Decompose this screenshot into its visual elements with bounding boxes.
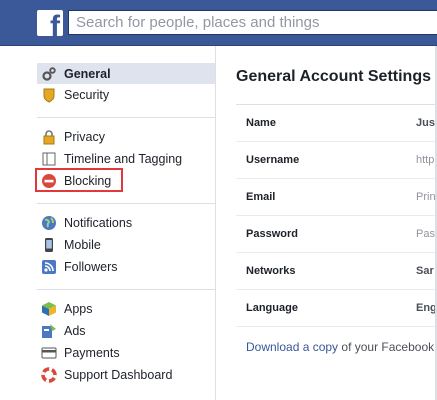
- gear-icon: [41, 66, 57, 82]
- sidebar-item-label: Ads: [64, 323, 86, 338]
- sidebar-item-label: Apps: [64, 301, 93, 316]
- download-copy-suffix: of your Facebook: [338, 340, 435, 354]
- mobile-phone-icon: [41, 237, 57, 253]
- row-value: Eng: [416, 302, 437, 314]
- sidebar-item-label: Security: [64, 87, 110, 102]
- facebook-logo[interactable]: f: [37, 10, 63, 36]
- row-label: Password: [246, 228, 298, 240]
- settings-row-password[interactable]: Password Pas: [236, 216, 437, 253]
- settings-row-language[interactable]: Language Eng: [236, 290, 437, 327]
- sidebar-item-label: Support Dashboard: [64, 367, 173, 382]
- lock-icon: [41, 129, 57, 145]
- settings-row-username[interactable]: Username http: [236, 142, 437, 179]
- sidebar-item-label: Privacy: [64, 129, 105, 144]
- sidebar-item-ads[interactable]: Ads: [37, 320, 215, 341]
- row-label: Username: [246, 154, 300, 166]
- row-value: http: [416, 154, 435, 166]
- row-value: Prin: [416, 191, 436, 203]
- sidebar-item-general[interactable]: General: [37, 63, 215, 84]
- sidebar-item-timeline-tagging[interactable]: Timeline and Tagging: [37, 148, 215, 169]
- sidebar-item-label: Followers: [64, 259, 118, 274]
- row-value: Sar: [416, 265, 434, 277]
- sidebar-item-label: Notifications: [64, 215, 133, 230]
- shield-badge-icon: [41, 87, 57, 103]
- row-label: Language: [246, 302, 298, 314]
- page-title: General Account Settings: [236, 68, 431, 85]
- sidebar-item-label: Mobile: [64, 237, 101, 252]
- sidebar-item-payments[interactable]: Payments: [37, 342, 215, 363]
- row-value: Pas: [416, 228, 435, 240]
- sidebar-item-label: Timeline and Tagging: [64, 151, 183, 166]
- sidebar-item-followers[interactable]: Followers: [37, 256, 215, 277]
- search-box[interactable]: [68, 10, 437, 35]
- sidebar-item-apps[interactable]: Apps: [37, 298, 215, 319]
- download-copy-text: Download a copy of your Facebook: [246, 340, 434, 354]
- sidebar-item-privacy[interactable]: Privacy: [37, 126, 215, 147]
- nav-divider: [37, 117, 215, 118]
- row-label: Networks: [246, 265, 296, 277]
- sidebar-item-label: Payments: [64, 345, 120, 360]
- apps-cube-icon: [41, 301, 57, 317]
- rss-icon: [41, 259, 57, 275]
- settings-row-name[interactable]: Name Jus: [236, 105, 437, 142]
- sidebar-item-notifications[interactable]: Notifications: [37, 212, 215, 233]
- timeline-icon: [41, 151, 57, 167]
- sidebar-item-mobile[interactable]: Mobile: [37, 234, 215, 255]
- life-ring-icon: [41, 366, 57, 383]
- row-value: Jus: [416, 117, 435, 129]
- settings-row-email[interactable]: Email Prin: [236, 179, 437, 216]
- blocking-highlight-box: [35, 168, 123, 192]
- ads-icon: [41, 323, 57, 339]
- sidebar-item-security[interactable]: Security: [37, 84, 215, 105]
- row-label: Name: [246, 117, 276, 129]
- main-content: General Account Settings Name Jus Userna…: [216, 46, 437, 400]
- sidebar-item-label: General: [64, 66, 111, 81]
- settings-row-networks[interactable]: Networks Sar: [236, 253, 437, 290]
- nav-divider: [37, 203, 215, 204]
- credit-card-icon: [41, 345, 57, 361]
- row-label: Email: [246, 191, 276, 203]
- search-input[interactable]: [69, 11, 437, 34]
- download-copy-link[interactable]: Download a copy: [246, 340, 338, 354]
- top-bar: f: [0, 0, 437, 46]
- logo-glyph: f: [50, 10, 60, 37]
- settings-sidebar: General Security Privacy Timeline and Ta…: [34, 46, 216, 400]
- nav-divider: [37, 289, 215, 290]
- sidebar-item-support-dashboard[interactable]: Support Dashboard: [37, 364, 215, 385]
- globe-icon: [41, 215, 57, 231]
